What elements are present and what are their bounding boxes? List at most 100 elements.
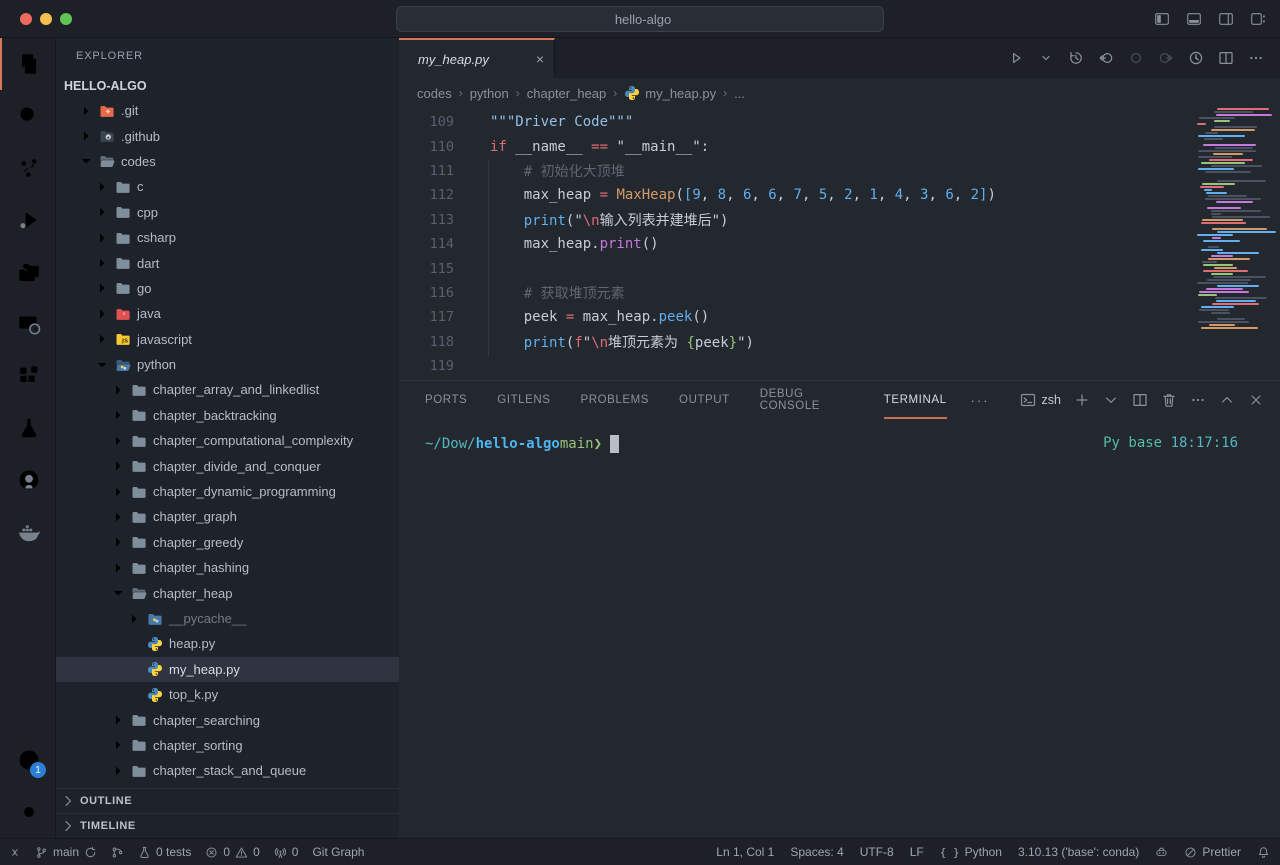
tree-item-python[interactable]: python <box>56 352 399 377</box>
panel-tab-terminal[interactable]: TERMINAL <box>884 381 947 419</box>
code-line-110[interactable]: 110if __name__ == "__main__": <box>399 134 1280 158</box>
activity-search[interactable] <box>0 90 55 142</box>
prettier-status[interactable]: Prettier <box>1184 845 1241 859</box>
code-line-116[interactable]: 116 # 获取堆顶元素 <box>399 281 1280 305</box>
panel-tab-debug-console[interactable]: DEBUG CONSOLE <box>760 381 854 419</box>
gitlens-icon[interactable] <box>1188 50 1204 66</box>
more-actions-icon[interactable] <box>1190 392 1206 408</box>
tree-item-chapter-graph[interactable]: chapter_graph <box>56 504 399 529</box>
tree-item-chapter-backtracking[interactable]: chapter_backtracking <box>56 403 399 428</box>
panel-tab-gitlens[interactable]: GITLENS <box>497 381 550 419</box>
terminal[interactable]: ~/Dow/hello-algo main ❯ Py base 18:17:16 <box>399 419 1280 838</box>
code-line-119[interactable]: 119 <box>399 354 1280 378</box>
activity-run-debug[interactable] <box>0 194 55 246</box>
tree-item-javascript[interactable]: JSjavascript <box>56 327 399 352</box>
prev-change-icon[interactable] <box>1098 50 1114 66</box>
layout-customize-icon[interactable] <box>1250 11 1266 27</box>
chevron-up-icon[interactable] <box>1219 392 1235 408</box>
run-icon[interactable] <box>1008 50 1024 66</box>
tree-item-heap-py[interactable]: heap.py <box>56 631 399 656</box>
code-line-112[interactable]: 112 max_heap = MaxHeap([9, 8, 6, 6, 7, 5… <box>399 183 1280 207</box>
tree-item-java[interactable]: java <box>56 301 399 326</box>
plus-icon[interactable] <box>1074 392 1090 408</box>
activity-accounts[interactable]: 1 <box>0 734 55 786</box>
close-tab-icon[interactable]: × <box>536 51 544 67</box>
layout-panel-icon[interactable] <box>1186 11 1202 27</box>
tree-item-csharp[interactable]: csharp <box>56 225 399 250</box>
tree-item-chapter-divide-and-conquer[interactable]: chapter_divide_and_conquer <box>56 453 399 478</box>
python-interpreter[interactable]: 3.10.13 ('base': conda) <box>1018 845 1139 859</box>
cursor-position[interactable]: Ln 1, Col 1 <box>716 845 774 859</box>
activity-docker[interactable] <box>0 506 55 558</box>
language-mode[interactable]: { }Python <box>940 845 1002 859</box>
chevron-down-icon[interactable] <box>1103 392 1119 408</box>
panel-tab-output[interactable]: OUTPUT <box>679 381 730 419</box>
run-chevron-icon[interactable] <box>1038 50 1054 66</box>
breadcrumb-item[interactable]: codes <box>417 86 452 101</box>
activity-explorer[interactable] <box>0 38 55 90</box>
breadcrumb-item[interactable]: my_heap.py <box>624 85 716 101</box>
tree-item-my-heap-py[interactable]: my_heap.py <box>56 657 399 682</box>
code-line-113[interactable]: 113 print("\n输入列表并建堆后") <box>399 208 1280 232</box>
tree-item--pycache-[interactable]: __pycache__ <box>56 606 399 631</box>
tree-item-chapter-stack-and-queue[interactable]: chapter_stack_and_queue <box>56 758 399 783</box>
tree-item-chapter-sorting[interactable]: chapter_sorting <box>56 733 399 758</box>
zoom-button[interactable] <box>60 13 72 25</box>
tab-my-heap-py[interactable]: my_heap.py × <box>399 38 555 78</box>
breadcrumb-item[interactable]: python <box>470 86 509 101</box>
tree-item-go[interactable]: go <box>56 276 399 301</box>
close-icon[interactable] <box>1248 392 1264 408</box>
code-line-117[interactable]: 117 peek = max_heap.peek() <box>399 305 1280 329</box>
tree-item-c[interactable]: c <box>56 174 399 199</box>
tree-item--github[interactable]: .github <box>56 123 399 148</box>
git-graph-button[interactable]: Git Graph <box>312 845 364 859</box>
copilot-status[interactable] <box>1155 846 1168 859</box>
section-outline[interactable]: OUTLINE <box>56 788 399 813</box>
code-line-115[interactable]: 115 <box>399 256 1280 280</box>
activity-settings[interactable] <box>0 786 55 838</box>
code-line-118[interactable]: 118 print(f"\n堆顶元素为 {peek}") <box>399 330 1280 354</box>
test-status[interactable]: 0 tests <box>138 845 191 859</box>
terminal-instance-zsh[interactable]: zsh <box>1020 392 1061 408</box>
breadcrumb-item[interactable]: chapter_heap <box>527 86 607 101</box>
layout-sidebar-left-icon[interactable] <box>1154 11 1170 27</box>
tree-item-chapter-greedy[interactable]: chapter_greedy <box>56 530 399 555</box>
tree-item-chapter-hashing[interactable]: chapter_hashing <box>56 555 399 580</box>
tree-item-chapter-array-and-linkedlist[interactable]: chapter_array_and_linkedlist <box>56 377 399 402</box>
command-center-search[interactable]: hello-algo <box>396 6 884 32</box>
breadcrumb-item[interactable]: ... <box>734 86 745 101</box>
layout-sidebar-right-icon[interactable] <box>1218 11 1234 27</box>
minimize-button[interactable] <box>40 13 52 25</box>
code-line-111[interactable]: 111 # 初始化大顶堆 <box>399 159 1280 183</box>
activity-source-control[interactable] <box>0 142 55 194</box>
code-line-114[interactable]: 114 max_heap.print() <box>399 232 1280 256</box>
tree-item--git[interactable]: .git <box>56 98 399 123</box>
tree-item-dart[interactable]: dart <box>56 250 399 275</box>
ports-status[interactable]: 0 <box>274 845 299 859</box>
activity-testing[interactable] <box>0 402 55 454</box>
minimap[interactable] <box>1194 108 1274 330</box>
change-circle-icon[interactable] <box>1128 50 1144 66</box>
tree-item-top-k-py[interactable]: top_k.py <box>56 682 399 707</box>
history-icon[interactable] <box>1068 50 1084 66</box>
activity-extensions[interactable] <box>0 350 55 402</box>
tree-item-chapter-computational-complexity[interactable]: chapter_computational_complexity <box>56 428 399 453</box>
branch-status[interactable]: main <box>35 845 97 859</box>
tree-item-chapter-searching[interactable]: chapter_searching <box>56 707 399 732</box>
encoding[interactable]: UTF-8 <box>860 845 894 859</box>
notifications[interactable] <box>1257 846 1270 859</box>
indentation[interactable]: Spaces: 4 <box>790 845 843 859</box>
code-editor[interactable]: 109"""Driver Code"""110if __name__ == "_… <box>399 108 1280 380</box>
split-editor-icon[interactable] <box>1132 392 1148 408</box>
remote-indicator[interactable] <box>8 846 21 859</box>
activity-github[interactable] <box>0 454 55 506</box>
trash-icon[interactable] <box>1161 392 1177 408</box>
source-control-graph[interactable] <box>111 846 124 859</box>
panel-tab-problems[interactable]: PROBLEMS <box>581 381 650 419</box>
more-actions-icon[interactable] <box>1248 50 1264 66</box>
tree-root-hello-algo[interactable]: HELLO-ALGO <box>56 73 399 98</box>
tree-item-cpp[interactable]: cpp <box>56 200 399 225</box>
panel-tabs-overflow-icon[interactable]: ··· <box>971 393 990 408</box>
split-editor-icon[interactable] <box>1218 50 1234 66</box>
tree-item-chapter-dynamic-programming[interactable]: chapter_dynamic_programming <box>56 479 399 504</box>
